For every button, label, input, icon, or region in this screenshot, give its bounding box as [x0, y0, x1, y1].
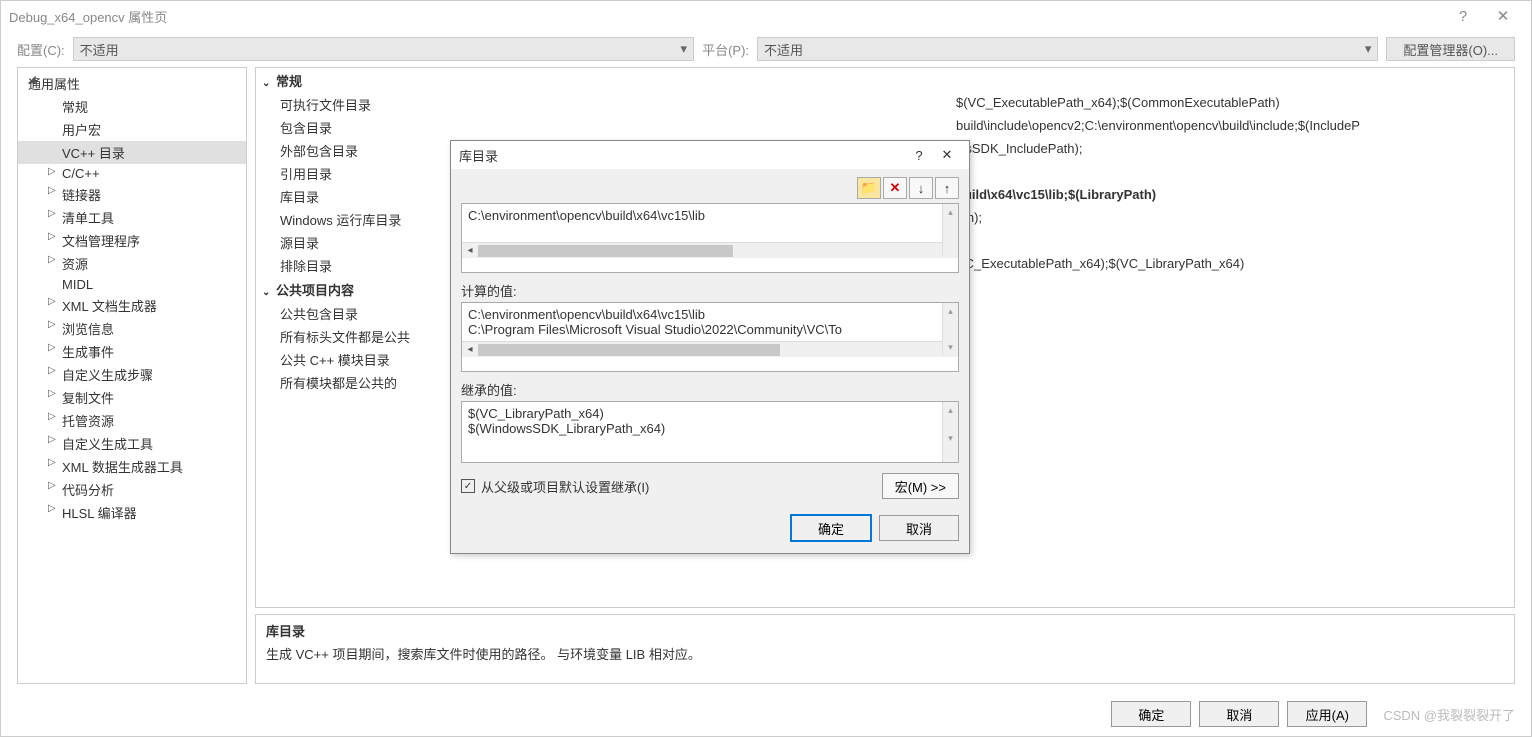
inherit-label: 继承的值: [461, 380, 959, 399]
help-panel: 库目录 生成 VC++ 项目期间，搜索库文件时使用的路径。 与环境变量 LIB … [255, 614, 1515, 684]
apply-button[interactable]: 应用(A) [1287, 701, 1367, 727]
cancel-button[interactable]: 取消 [1199, 701, 1279, 727]
config-manager-button[interactable]: 配置管理器(O)... [1386, 37, 1515, 61]
tree-customtool[interactable]: ▷自定义生成工具 [18, 432, 246, 455]
chevron-down-icon: ▾ [1365, 41, 1372, 57]
calc-line-2: C:\Program Files\Microsoft Visual Studio… [468, 322, 952, 337]
prop-exe[interactable]: 可执行文件目录$(VC_ExecutablePath_x64);$(Common… [256, 93, 1514, 116]
close-button[interactable]: ✕ [1483, 7, 1523, 25]
tree-linker[interactable]: ▷链接器 [18, 183, 246, 206]
paths-box[interactable]: C:\environment\opencv\build\x64\vc15\lib… [461, 203, 959, 273]
calc-box: C:\environment\opencv\build\x64\vc15\lib… [461, 302, 959, 372]
ok-button[interactable]: 确定 [1111, 701, 1191, 727]
group-general[interactable]: ⌄常规 [256, 68, 1514, 93]
dialog-toolbar: 📁 ✕ ↓ ↑ [461, 177, 959, 199]
titlebar: Debug_x64_opencv 属性页 ? ✕ [1, 1, 1531, 31]
tree-cc[interactable]: ▷C/C++ [18, 164, 246, 183]
inherit-checkbox[interactable]: ✓ [461, 479, 475, 493]
tree-custombuild[interactable]: ▷自定义生成步骤 [18, 363, 246, 386]
config-combo[interactable]: 不适用▾ [73, 37, 694, 61]
config-bar: 配置(C): 不适用▾ 平台(P): 不适用▾ 配置管理器(O)... [1, 31, 1531, 67]
tree-vcdirs[interactable]: VC++ 目录 [18, 141, 246, 164]
tree-xmldata[interactable]: ▷XML 数据生成器工具 [18, 455, 246, 478]
dialog-buttons: 确定 取消 [451, 507, 969, 553]
platform-label: 平台(P): [702, 40, 749, 59]
vscrollbar[interactable]: ▴▾ [942, 303, 958, 355]
tree-buildevents[interactable]: ▷生成事件 [18, 340, 246, 363]
prop-include[interactable]: 包含目录build\include\opencv2;C:\environment… [256, 116, 1514, 139]
tree-manifest[interactable]: ▷清单工具 [18, 206, 246, 229]
hscrollbar[interactable]: ◂▸ [462, 242, 958, 258]
dialog-help-button[interactable]: ? [905, 148, 933, 163]
dialog-body: 📁 ✕ ↓ ↑ C:\environment\opencv\build\x64\… [451, 169, 969, 507]
vscrollbar[interactable]: ▴ [942, 204, 958, 256]
tree-general[interactable]: 常规 [18, 95, 246, 118]
tree-midl[interactable]: MIDL [18, 275, 246, 294]
help-button[interactable]: ? [1443, 8, 1483, 25]
move-down-icon[interactable]: ↓ [909, 177, 933, 199]
dialog-ok-button[interactable]: 确定 [791, 515, 871, 541]
tree-managedres[interactable]: ▷托管资源 [18, 409, 246, 432]
inherit-box: $(VC_LibraryPath_x64) $(WindowsSDK_Libra… [461, 401, 959, 463]
inherit-line-2: $(WindowsSDK_LibraryPath_x64) [468, 421, 952, 436]
help-desc: 生成 VC++ 项目期间，搜索库文件时使用的路径。 与环境变量 LIB 相对应。 [266, 644, 1504, 663]
tree-copyfiles[interactable]: ▷复制文件 [18, 386, 246, 409]
platform-combo[interactable]: 不适用▾ [757, 37, 1378, 61]
dialog-titlebar: 库目录 ? ✕ [451, 141, 969, 169]
watermark: CSDN @我裂裂裂开了 [1383, 705, 1515, 724]
tree-resource[interactable]: ▷资源 [18, 252, 246, 275]
inherit-line-1: $(VC_LibraryPath_x64) [468, 406, 952, 421]
dialog-close-button[interactable]: ✕ [933, 147, 961, 163]
window-title: Debug_x64_opencv 属性页 [9, 7, 1443, 26]
tree-docgen[interactable]: ▷文档管理程序 [18, 229, 246, 252]
chevron-down-icon: ▾ [681, 41, 688, 57]
footer: 确定 取消 应用(A) CSDN @我裂裂裂开了 [1, 692, 1531, 736]
nav-tree[interactable]: ◢通用属性 常规 用户宏 VC++ 目录 ▷C/C++ ▷链接器 ▷清单工具 ▷… [17, 67, 247, 684]
inherit-check-row: ✓ 从父级或项目默认设置继承(I) 宏(M) >> [461, 473, 959, 499]
library-dirs-dialog: 库目录 ? ✕ 📁 ✕ ↓ ↑ C:\environment\opencv\bu… [450, 140, 970, 554]
config-label: 配置(C): [17, 40, 65, 59]
hscrollbar[interactable]: ◂▸ [462, 341, 958, 357]
dialog-title: 库目录 [459, 146, 905, 165]
move-up-icon[interactable]: ↑ [935, 177, 959, 199]
macros-button[interactable]: 宏(M) >> [882, 473, 959, 499]
tree-browse[interactable]: ▷浏览信息 [18, 317, 246, 340]
inherit-check-label: 从父级或项目默认设置继承(I) [481, 477, 649, 496]
tree-hlsl[interactable]: ▷HLSL 编译器 [18, 501, 246, 524]
dialog-cancel-button[interactable]: 取消 [879, 515, 959, 541]
vscrollbar[interactable]: ▴▾ [942, 402, 958, 462]
path-entry[interactable]: C:\environment\opencv\build\x64\vc15\lib [468, 208, 952, 223]
new-folder-icon[interactable]: 📁 [857, 177, 881, 199]
calc-label: 计算的值: [461, 281, 959, 300]
tree-usermacros[interactable]: 用户宏 [18, 118, 246, 141]
delete-icon[interactable]: ✕ [883, 177, 907, 199]
calc-line-1: C:\environment\opencv\build\x64\vc15\lib [468, 307, 952, 322]
tree-root[interactable]: ◢通用属性 [18, 72, 246, 95]
tree-codeanalysis[interactable]: ▷代码分析 [18, 478, 246, 501]
help-name: 库目录 [266, 621, 1504, 640]
tree-xmldoc[interactable]: ▷XML 文档生成器 [18, 294, 246, 317]
